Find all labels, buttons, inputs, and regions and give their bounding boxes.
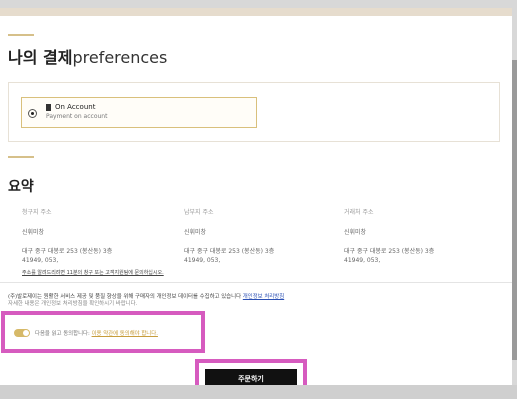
shipping-address: 납부지 주소 신휘미창 대구 중구 대봉로 253 (봉산동) 3층 41949… [184, 207, 334, 264]
section-accent-line [8, 34, 34, 36]
privacy-policy-link[interactable]: 개인정보 처리방침 [243, 294, 284, 300]
address-line2: 41949, 053, [22, 257, 59, 264]
billing-address: 청구지 주소 신휘미창 대구 중구 대봉로 253 (봉산동) 3층 41949… [22, 207, 172, 264]
page-bottom-strip [0, 385, 517, 399]
address-label: 청구지 주소 [22, 209, 52, 216]
privacy-notice: (주)발로제이는 원활한 서비스 제공 및 품질 향상을 위해 구매자의 개인정… [8, 294, 368, 308]
consent-label: 다음을 읽고 동의합니다: 이용 약관에 동의해야 합니다. [35, 329, 158, 337]
privacy-text-line2: 자세한 내용은 개인정보 처리방침을 확인하시기 바랍니다. [8, 301, 138, 307]
address-name: 신휘미창 [344, 229, 367, 236]
payment-options-panel: On Account Payment on account [8, 82, 500, 142]
section-accent-line [8, 156, 34, 158]
payment-option-on-account[interactable]: On Account Payment on account [21, 97, 257, 128]
address-help-link[interactable]: 주소를 알려드리려면 11분의 창구 또는 고객지원팀에 문의하십시오. [22, 269, 164, 276]
radio-selected-icon[interactable] [28, 109, 37, 118]
consent-toggle[interactable] [14, 329, 30, 337]
address-line2: 41949, 053, [184, 257, 221, 264]
address-name: 신휘미창 [22, 229, 45, 236]
address-line1: 대구 중구 대봉로 253 (봉산동) 3층 [22, 248, 113, 255]
payment-preferences-title: 나의 결제preferences [8, 44, 167, 68]
address-label: 거래처 주소 [344, 209, 374, 216]
address-line1: 대구 중구 대봉로 253 (봉산동) 3층 [344, 248, 435, 255]
terms-consent-highlight: 다음을 읽고 동의합니다: 이용 약관에 동의해야 합니다. [1, 311, 205, 353]
payment-preferences-title-bold: 나의 결제 [8, 48, 73, 67]
payment-option-sublabel: Payment on account [46, 113, 108, 120]
consent-text: 다음을 읽고 동의합니다: [35, 331, 90, 337]
address-line2: 41949, 053, [344, 257, 381, 264]
shipper-address: 거래처 주소 신휘미창 대구 중구 대봉로 253 (봉산동) 3층 41949… [344, 207, 494, 264]
payment-preferences-title-light: preferences [72, 48, 168, 67]
terms-link[interactable]: 이용 약관에 동의해야 합니다. [92, 331, 158, 337]
payment-option-label: On Account [55, 103, 96, 111]
address-label: 납부지 주소 [184, 209, 214, 216]
card-icon [46, 104, 51, 111]
privacy-text: (주)발로제이는 원활한 서비스 제공 및 품질 향상을 위해 구매자의 개인정… [8, 294, 242, 300]
checkout-card: 나의 결제preferences On Account Payment on a… [0, 8, 512, 399]
address-name: 신휘미창 [184, 229, 207, 236]
divider [0, 282, 512, 283]
address-line1: 대구 중구 대봉로 253 (봉산동) 3층 [184, 248, 275, 255]
summary-title: 요약 [8, 179, 34, 195]
